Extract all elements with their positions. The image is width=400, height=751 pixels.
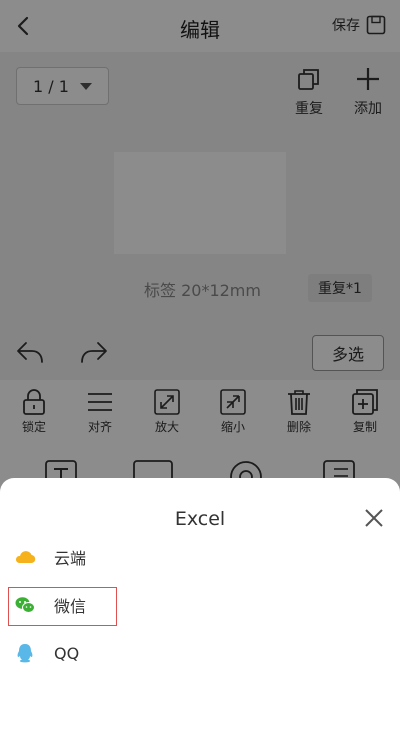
sheet-title: Excel [174, 508, 226, 530]
option-wechat[interactable]: 微信 [14, 590, 86, 620]
close-icon[interactable] [362, 506, 386, 530]
cloud-icon [15, 551, 36, 564]
option-cloud[interactable]: 云端 [14, 542, 86, 572]
editor-screen: 编辑 保存 1 / 1 重复 添加 标签 20*12mm 重复*1 多选 锁定 … [0, 0, 400, 751]
option-wechat-label: 微信 [54, 597, 87, 616]
import-source-sheet: Excel 云端 微信 QQ [0, 478, 400, 751]
option-qq[interactable]: QQ [14, 638, 79, 668]
option-qq-label: QQ [54, 643, 80, 663]
option-cloud-label: 云端 [54, 549, 87, 568]
wechat-icon [15, 597, 35, 613]
qq-icon [17, 644, 33, 663]
